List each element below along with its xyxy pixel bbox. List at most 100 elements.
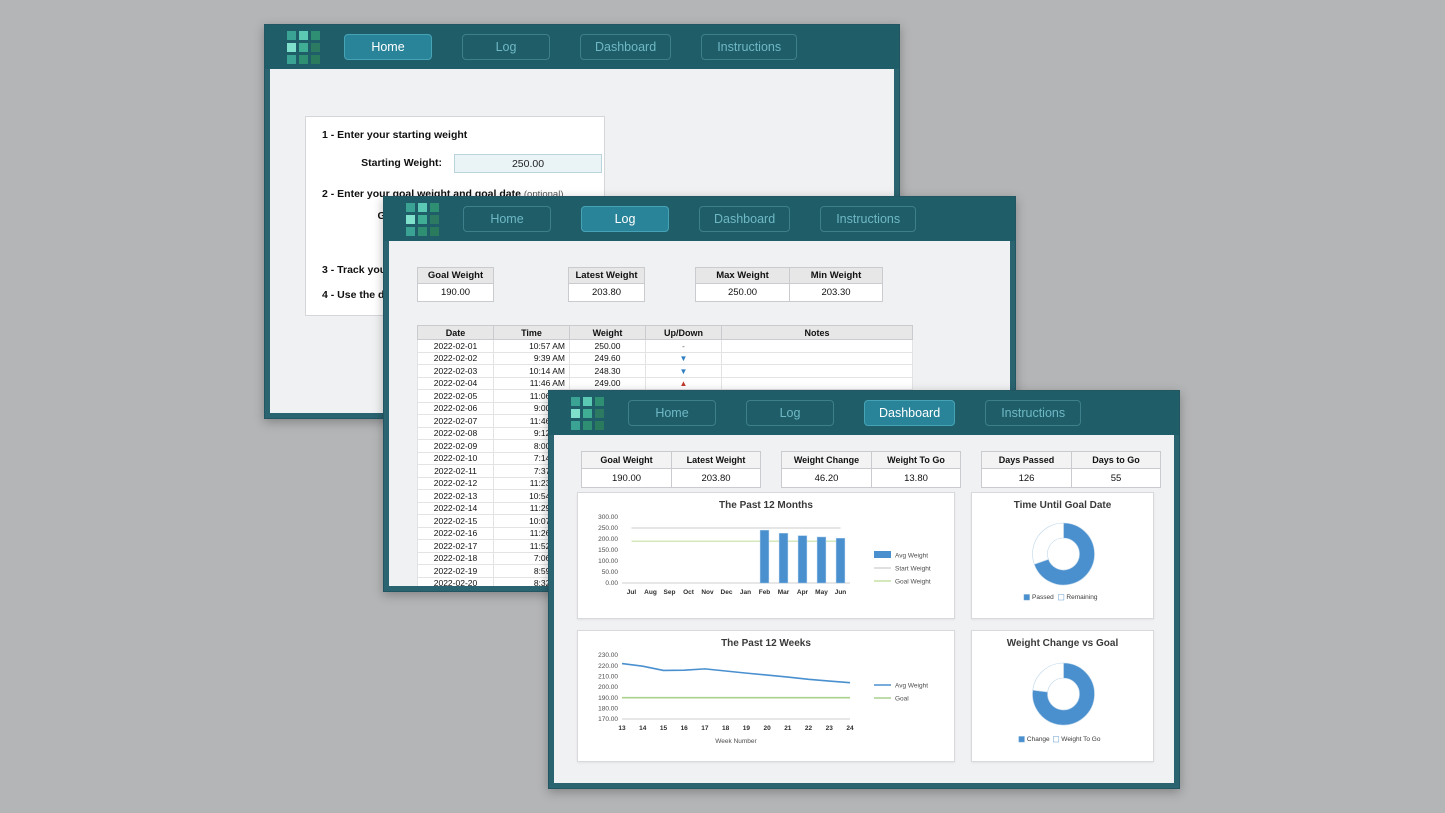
column-header-notes[interactable]: Notes — [722, 326, 913, 340]
chart-card-time-until-goal[interactable]: Time Until Goal Date PassedRemaining — [971, 492, 1154, 619]
tab-log[interactable]: Log — [462, 34, 550, 60]
column-header-weight[interactable]: Weight — [570, 326, 646, 340]
cell-date[interactable]: 2022-02-18 — [418, 552, 494, 565]
cell-date[interactable]: 2022-02-15 — [418, 515, 494, 528]
kpi-card: Days to Go55 — [1071, 451, 1161, 488]
tab-dashboard[interactable]: Dashboard — [864, 400, 955, 426]
cell-date[interactable]: 2022-02-14 — [418, 502, 494, 515]
svg-text:220.00: 220.00 — [598, 663, 618, 670]
cell-weight[interactable]: 249.60 — [570, 352, 646, 365]
kpi-group: Days Passed126Days to Go55 — [981, 451, 1161, 488]
cell-date[interactable]: 2022-02-03 — [418, 365, 494, 378]
arrow-down-icon: ▼ — [680, 354, 688, 363]
cell-date[interactable]: 2022-02-16 — [418, 527, 494, 540]
cell-date[interactable]: 2022-02-20 — [418, 577, 494, 586]
table-row[interactable]: 2022-02-029:39 AM249.60 ▼ — [418, 352, 913, 365]
cell-notes[interactable] — [722, 365, 913, 378]
window-dashboard[interactable]: Home Log Dashboard Instructions Goal Wei… — [548, 390, 1180, 789]
cell-notes[interactable] — [722, 340, 913, 353]
logo-square — [571, 421, 580, 430]
svg-text:180.00: 180.00 — [598, 706, 618, 713]
app-logo-icon — [406, 203, 439, 236]
cell-date[interactable]: 2022-02-12 — [418, 477, 494, 490]
kpi-value: 46.20 — [782, 469, 871, 487]
svg-text:19: 19 — [743, 725, 751, 732]
svg-text:Change: Change — [1027, 736, 1050, 743]
cell-date[interactable]: 2022-02-01 — [418, 340, 494, 353]
svg-text:18: 18 — [722, 725, 730, 732]
cell-weight[interactable]: 249.00 — [570, 377, 646, 390]
cell-date[interactable]: 2022-02-17 — [418, 540, 494, 553]
tab-instructions[interactable]: Instructions — [985, 400, 1081, 426]
tab-dashboard[interactable]: Dashboard — [699, 206, 790, 232]
cell-time[interactable]: 10:14 AM — [494, 365, 570, 378]
svg-text:Apr: Apr — [797, 589, 809, 596]
chart-card-past-12-months[interactable]: The Past 12 Months 0.0050.00100.00150.00… — [577, 492, 955, 619]
cell-updown[interactable]: ▼ — [646, 352, 722, 365]
log-kpi-max-min: Max Weight 250.00 Min Weight 203.30 — [695, 267, 883, 302]
kpi-value: 126 — [982, 469, 1071, 487]
kpi-label: Latest Weight — [672, 452, 760, 469]
column-header-time[interactable]: Time — [494, 326, 570, 340]
svg-text:Week Number: Week Number — [715, 738, 757, 745]
tab-home[interactable]: Home — [463, 206, 551, 232]
svg-text:Jan: Jan — [740, 589, 751, 596]
tab-home[interactable]: Home — [628, 400, 716, 426]
kpi-label: Min Weight — [790, 268, 882, 284]
cell-notes[interactable] — [722, 377, 913, 390]
cell-time[interactable]: 10:57 AM — [494, 340, 570, 353]
cell-date[interactable]: 2022-02-19 — [418, 565, 494, 578]
tab-log[interactable]: Log — [581, 206, 669, 232]
cell-date[interactable]: 2022-02-13 — [418, 490, 494, 503]
kpi-label: Weight To Go — [872, 452, 960, 469]
cell-date[interactable]: 2022-02-09 — [418, 440, 494, 453]
cell-date[interactable]: 2022-02-10 — [418, 452, 494, 465]
chart-card-weight-change-vs-goal[interactable]: Weight Change vs Goal ChangeWeight To Go — [971, 630, 1154, 762]
logo-square — [430, 227, 439, 236]
donut-chart-weight-change-vs-goal: ChangeWeight To Go — [972, 649, 1155, 759]
cell-time[interactable]: 9:39 AM — [494, 352, 570, 365]
tab-dashboard[interactable]: Dashboard — [580, 34, 671, 60]
logo-square — [583, 397, 592, 406]
donut-chart-time-until-goal: PassedRemaining — [972, 511, 1155, 616]
chart-card-past-12-weeks[interactable]: The Past 12 Weeks 170.00180.00190.00200.… — [577, 630, 955, 762]
cell-date[interactable]: 2022-02-07 — [418, 415, 494, 428]
table-row[interactable]: 2022-02-0310:14 AM248.30▼ — [418, 365, 913, 378]
svg-text:Goal: Goal — [895, 695, 909, 702]
logo-square — [299, 43, 308, 52]
table-row[interactable]: 2022-02-0411:46 AM249.00▲ — [418, 377, 913, 390]
logo-square — [430, 215, 439, 224]
tab-home[interactable]: Home — [344, 34, 432, 60]
column-header-date[interactable]: Date — [418, 326, 494, 340]
kpi-label: Goal Weight — [418, 268, 493, 284]
cell-notes[interactable] — [722, 352, 913, 365]
cell-updown[interactable]: ▼ — [646, 365, 722, 378]
cell-date[interactable]: 2022-02-06 — [418, 402, 494, 415]
kpi-value: 203.80 — [672, 469, 760, 487]
table-header-row: DateTimeWeightUp/DownNotes — [418, 326, 913, 340]
cell-time[interactable]: 11:46 AM — [494, 377, 570, 390]
cell-weight[interactable]: 250.00 — [570, 340, 646, 353]
cell-updown[interactable]: - — [646, 340, 722, 353]
column-header-up-down[interactable]: Up/Down — [646, 326, 722, 340]
cell-date[interactable]: 2022-02-11 — [418, 465, 494, 478]
cell-weight[interactable]: 248.30 — [570, 365, 646, 378]
logo-square — [430, 203, 439, 212]
cell-date[interactable]: 2022-02-02 — [418, 352, 494, 365]
cell-date[interactable]: 2022-02-08 — [418, 427, 494, 440]
logo-square — [287, 55, 296, 64]
cell-date[interactable]: 2022-02-05 — [418, 390, 494, 403]
kpi-card: Days Passed126 — [981, 451, 1071, 488]
cell-date[interactable]: 2022-02-04 — [418, 377, 494, 390]
tab-bar-log: Home Log Dashboard Instructions — [463, 206, 946, 232]
table-row[interactable]: 2022-02-0110:57 AM250.00- — [418, 340, 913, 353]
tab-instructions[interactable]: Instructions — [701, 34, 797, 60]
svg-text:24: 24 — [846, 725, 854, 732]
logo-square — [299, 55, 308, 64]
svg-text:13: 13 — [618, 725, 626, 732]
logo-square — [299, 31, 308, 40]
starting-weight-input[interactable]: 250.00 — [454, 154, 602, 173]
cell-updown[interactable]: ▲ — [646, 377, 722, 390]
tab-instructions[interactable]: Instructions — [820, 206, 916, 232]
tab-log[interactable]: Log — [746, 400, 834, 426]
